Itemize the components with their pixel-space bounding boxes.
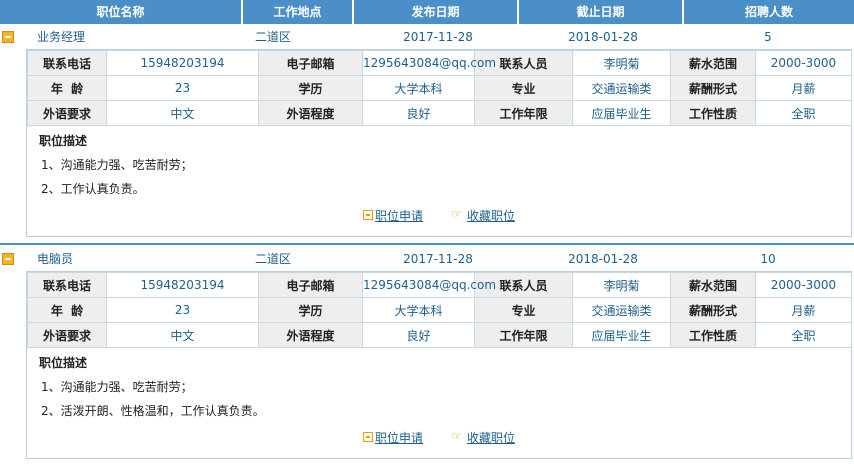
- favorite-link[interactable]: 收藏职位: [467, 207, 515, 224]
- col-header-location: 工作地点: [243, 0, 354, 24]
- job-name[interactable]: 业务经理: [37, 25, 85, 49]
- description-line: 1、沟通能力强、吃苦耐劳；: [41, 158, 193, 172]
- value-education: 大学本科: [362, 297, 475, 323]
- label-experience: 工作年限: [474, 100, 573, 126]
- job-deadline: 2018-01-28: [568, 30, 638, 44]
- value-major: 交通运输类: [572, 297, 671, 323]
- label-experience: 工作年限: [474, 322, 573, 348]
- apply-icon: [363, 432, 373, 442]
- label-pay-type: 薪酬形式: [670, 75, 756, 101]
- table-row: 联系电话 15948203194 电子邮箱 1295643084@qq.com …: [27, 50, 852, 76]
- description-title: 职位描述: [39, 356, 88, 370]
- label-pay-type: 薪酬形式: [670, 297, 756, 323]
- value-pay-type: 月薪: [755, 75, 852, 101]
- col-header-name: 职位名称: [0, 0, 243, 24]
- value-language: 中文: [106, 100, 259, 126]
- value-email: 1295643084@qq.com: [362, 50, 496, 76]
- description-line: 2、工作认真负责。: [41, 182, 145, 196]
- job-detail: 联系电话 15948203194 电子邮箱 1295643084@qq.com …: [26, 49, 852, 237]
- col-header-deadline: 截止日期: [519, 0, 684, 24]
- label-email: 电子邮箱: [258, 272, 363, 298]
- value-contact: 李明菊: [572, 272, 671, 298]
- value-phone: 15948203194: [106, 272, 259, 298]
- label-language-level: 外语程度: [258, 100, 363, 126]
- label-email: 电子邮箱: [258, 50, 363, 76]
- value-language-level: 良好: [362, 322, 475, 348]
- job-description: 职位描述 1、沟通能力强、吃苦耐劳； 2、活泼开朗、性格温和，工作认真负责。 职…: [27, 348, 851, 458]
- job-count: 5: [764, 30, 772, 44]
- value-language: 中文: [106, 322, 259, 348]
- apply-link[interactable]: 职位申请: [375, 429, 423, 446]
- value-phone: 15948203194: [106, 50, 259, 76]
- value-pay-type: 月薪: [755, 297, 852, 323]
- favorite-link[interactable]: 收藏职位: [467, 429, 515, 446]
- col-header-posted: 发布日期: [354, 0, 519, 24]
- job-detail: 联系电话 15948203194 电子邮箱 1295643084@qq.com …: [26, 271, 852, 459]
- job-entry: 业务经理 二道区 2017-11-28 2018-01-28 5 联系电话 15…: [0, 25, 854, 237]
- table-row: 外语要求 中文 外语程度 良好 工作年限 应届毕业生 工作性质 全职: [27, 322, 852, 348]
- collapse-icon[interactable]: [2, 31, 14, 43]
- value-contact: 李明菊: [572, 50, 671, 76]
- table-row: 年 龄 23 学历 大学本科 专业 交通运输类 薪酬形式 月薪: [27, 75, 852, 101]
- job-summary-row: 业务经理 二道区 2017-11-28 2018-01-28 5: [0, 25, 854, 49]
- hand-pointer-icon: ☞: [451, 429, 462, 443]
- label-education: 学历: [258, 297, 363, 323]
- label-age: 年 龄: [27, 297, 107, 323]
- value-age: 23: [106, 75, 259, 101]
- label-age: 年 龄: [27, 75, 107, 101]
- job-list-header: 职位名称 工作地点 发布日期 截止日期 招聘人数: [0, 0, 854, 24]
- apply-icon: [363, 210, 373, 220]
- job-summary-row: 电脑员 二道区 2017-11-28 2018-01-28 10: [0, 247, 854, 271]
- value-job-type: 全职: [755, 100, 852, 126]
- job-location: 二道区: [254, 252, 291, 266]
- value-experience: 应届毕业生: [572, 322, 671, 348]
- job-separator: [0, 243, 854, 245]
- label-language-level: 外语程度: [258, 322, 363, 348]
- label-job-type: 工作性质: [670, 322, 756, 348]
- label-phone: 联系电话: [27, 272, 107, 298]
- value-email: 1295643084@qq.com: [362, 272, 496, 298]
- job-info-table: 联系电话 15948203194 电子邮箱 1295643084@qq.com …: [27, 50, 852, 126]
- table-row: 外语要求 中文 外语程度 良好 工作年限 应届毕业生 工作性质 全职: [27, 100, 852, 126]
- description-line: 1、沟通能力强、吃苦耐劳；: [41, 380, 193, 394]
- hand-pointer-icon: ☞: [451, 207, 462, 221]
- label-salary: 薪水范围: [670, 50, 756, 76]
- label-language: 外语要求: [27, 322, 107, 348]
- label-phone: 联系电话: [27, 50, 107, 76]
- job-description: 职位描述 1、沟通能力强、吃苦耐劳； 2、工作认真负责。 职位申请 ☞ 收藏职位: [27, 126, 851, 236]
- job-info-table: 联系电话 15948203194 电子邮箱 1295643084@qq.com …: [27, 272, 852, 348]
- job-posted: 2017-11-28: [403, 30, 473, 44]
- value-salary: 2000-3000: [755, 50, 852, 76]
- label-salary: 薪水范围: [670, 272, 756, 298]
- label-major: 专业: [474, 297, 573, 323]
- col-header-count: 招聘人数: [744, 5, 793, 19]
- label-major: 专业: [474, 75, 573, 101]
- description-title: 职位描述: [39, 134, 88, 148]
- value-education: 大学本科: [362, 75, 475, 101]
- value-job-type: 全职: [755, 322, 852, 348]
- table-row: 年 龄 23 学历 大学本科 专业 交通运输类 薪酬形式 月薪: [27, 297, 852, 323]
- job-entry: 电脑员 二道区 2017-11-28 2018-01-28 10 联系电话 15…: [0, 247, 854, 459]
- collapse-icon[interactable]: [2, 253, 14, 265]
- apply-link[interactable]: 职位申请: [375, 207, 423, 224]
- label-language: 外语要求: [27, 100, 107, 126]
- description-line: 2、活泼开朗、性格温和，工作认真负责。: [41, 404, 265, 418]
- value-experience: 应届毕业生: [572, 100, 671, 126]
- label-education: 学历: [258, 75, 363, 101]
- job-count: 10: [760, 252, 776, 266]
- value-age: 23: [106, 297, 259, 323]
- value-language-level: 良好: [362, 100, 475, 126]
- job-name[interactable]: 电脑员: [37, 247, 73, 271]
- label-job-type: 工作性质: [670, 100, 756, 126]
- value-salary: 2000-3000: [755, 272, 852, 298]
- job-posted: 2017-11-28: [403, 252, 473, 266]
- value-major: 交通运输类: [572, 75, 671, 101]
- job-location: 二道区: [254, 30, 291, 44]
- job-deadline: 2018-01-28: [568, 252, 638, 266]
- table-row: 联系电话 15948203194 电子邮箱 1295643084@qq.com …: [27, 272, 852, 298]
